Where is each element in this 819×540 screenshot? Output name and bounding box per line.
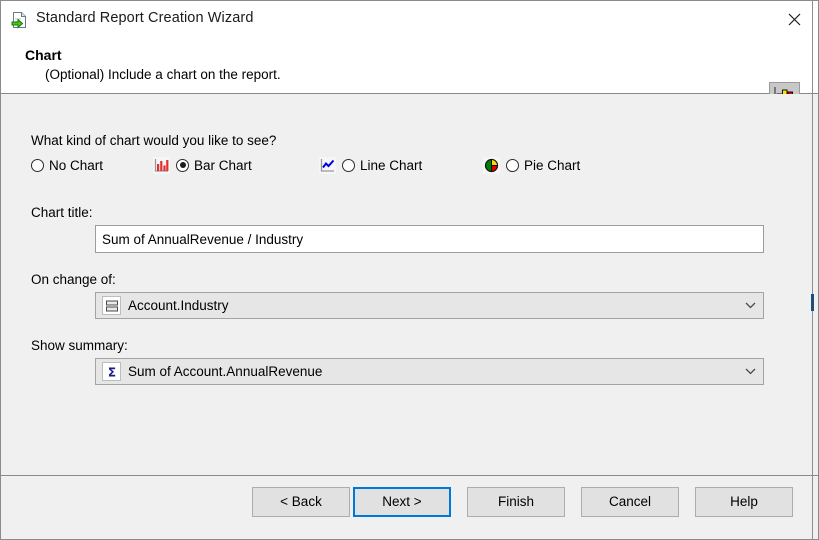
chevron-down-icon[interactable] — [737, 359, 763, 384]
chart-type-radio-group: No Chart Bar Chart — [1, 154, 819, 180]
radio-label-no-chart: No Chart — [49, 158, 103, 173]
scrollbar-thumb-sliver[interactable] — [811, 294, 814, 311]
cancel-button[interactable]: Cancel — [581, 487, 679, 517]
svg-text:Σ: Σ — [107, 365, 115, 379]
back-button[interactable]: < Back — [252, 487, 350, 517]
radio-option-line-chart[interactable]: Line Chart — [319, 154, 422, 176]
radio-indicator-bar-chart[interactable] — [176, 159, 189, 172]
radio-indicator-line-chart[interactable] — [342, 159, 355, 172]
page-title: Chart — [25, 47, 62, 63]
help-button[interactable]: Help — [695, 487, 793, 517]
report-document-icon — [11, 11, 29, 29]
show-summary-label: Show summary: — [31, 338, 128, 353]
next-button[interactable]: Next > — [353, 487, 451, 517]
bar-chart-icon — [153, 157, 170, 174]
title-bar: Standard Report Creation Wizard — [0, 0, 819, 37]
wizard-footer: < Back Next > Finish Cancel Help — [0, 475, 819, 540]
page-subtitle: (Optional) Include a chart on the report… — [45, 67, 281, 82]
finish-button[interactable]: Finish — [467, 487, 565, 517]
radio-label-line-chart: Line Chart — [360, 158, 422, 173]
show-summary-value: Sum of Account.AnnualRevenue — [128, 364, 737, 379]
chart-title-label: Chart title: — [31, 205, 93, 220]
radio-label-pie-chart: Pie Chart — [524, 158, 580, 173]
wizard-header: Chart (Optional) Include a chart on the … — [0, 37, 819, 94]
on-change-of-value: Account.Industry — [128, 298, 737, 313]
radio-indicator-pie-chart[interactable] — [506, 159, 519, 172]
chart-title-input[interactable] — [95, 225, 764, 253]
database-field-icon — [102, 296, 121, 315]
report-creation-wizard-window: Standard Report Creation Wizard Chart (O… — [0, 0, 819, 540]
radio-option-no-chart[interactable]: No Chart — [31, 154, 103, 176]
wizard-body: What kind of chart would you like to see… — [0, 94, 819, 475]
radio-label-bar-chart: Bar Chart — [194, 158, 252, 173]
sigma-summary-icon: Σ — [102, 362, 121, 381]
radio-option-pie-chart[interactable]: Pie Chart — [483, 154, 580, 176]
window-right-edge — [812, 0, 813, 540]
chevron-down-icon[interactable] — [737, 293, 763, 318]
window-title: Standard Report Creation Wizard — [36, 10, 253, 26]
show-summary-dropdown[interactable]: Σ Sum of Account.AnnualRevenue — [95, 358, 764, 385]
chart-type-question: What kind of chart would you like to see… — [31, 133, 276, 148]
line-chart-icon — [319, 157, 336, 174]
on-change-of-label: On change of: — [31, 272, 116, 287]
radio-option-bar-chart[interactable]: Bar Chart — [153, 154, 252, 176]
radio-indicator-no-chart[interactable] — [31, 159, 44, 172]
on-change-of-dropdown[interactable]: Account.Industry — [95, 292, 764, 319]
pie-chart-icon — [483, 157, 500, 174]
close-icon[interactable] — [771, 2, 817, 37]
